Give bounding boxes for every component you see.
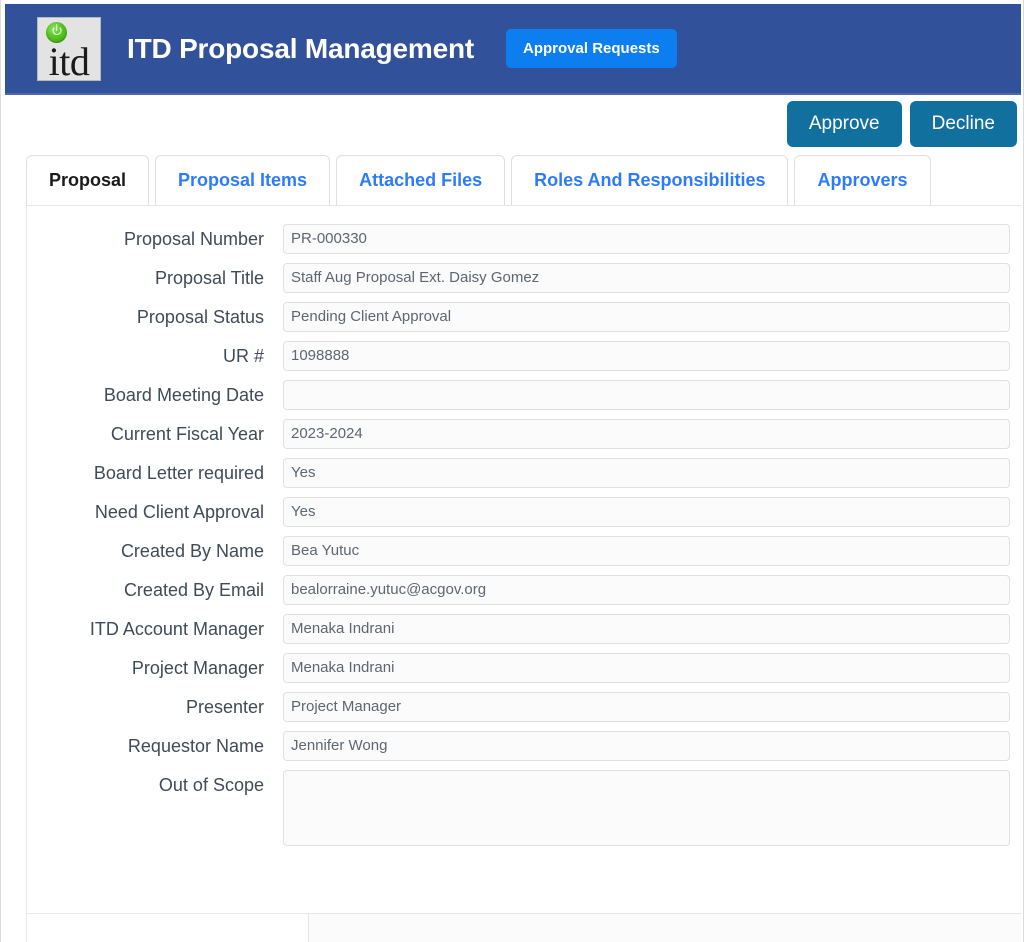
- form-row-board-letter-required: Board Letter required Yes: [27, 458, 1021, 488]
- proposal-form: Proposal Number PR-000330 Proposal Title St…: [27, 206, 1021, 846]
- form-bottom-label-cell: [27, 914, 309, 942]
- field-requestor-name[interactable]: Jennifer Wong: [283, 731, 1010, 761]
- form-row-requestor-name: Requestor Name Jennifer Wong: [27, 731, 1021, 761]
- form-row-created-by-email: Created By Email bealorraine.yutuc@acgov.…: [27, 575, 1021, 605]
- form-row-proposal-title: Proposal Title Staff Aug Proposal Ext. Da…: [27, 263, 1021, 293]
- field-itd-account-manager[interactable]: Menaka Indrani: [283, 614, 1010, 644]
- logo-wordmark: itd: [48, 38, 90, 81]
- label-ur: UR #: [222, 346, 264, 366]
- form-bottom-field-cell: [309, 914, 1021, 942]
- approval-requests-button[interactable]: Approval Requests: [506, 29, 677, 68]
- field-board-meeting-date[interactable]: [283, 380, 1010, 410]
- form-row-need-client-approval: Need Client Approval Yes: [27, 497, 1021, 527]
- label-board-meeting-date: Board Meeting Date: [103, 385, 264, 405]
- form-row-current-fiscal-year: Current Fiscal Year 2023-2024: [27, 419, 1021, 449]
- label-created-by-name: Created By Name: [120, 541, 264, 561]
- label-project-manager: Project Manager: [131, 658, 264, 678]
- field-need-client-approval[interactable]: Yes: [283, 497, 1010, 527]
- label-created-by-email: Created By Email: [123, 580, 264, 600]
- tab-approvers[interactable]: Approvers: [794, 155, 931, 205]
- form-row-ur: UR # 1098888: [27, 341, 1021, 371]
- label-proposal-status: Proposal Status: [136, 307, 264, 327]
- field-current-fiscal-year[interactable]: 2023-2024: [283, 419, 1010, 449]
- form-row-out-of-scope: Out of Scope: [27, 770, 1021, 846]
- field-created-by-name[interactable]: Bea Yutuc: [283, 536, 1010, 566]
- app-header: itd ITD Proposal Management Approval Req…: [5, 4, 1021, 95]
- itd-logo: itd: [37, 16, 101, 81]
- tab-bar: Proposal Proposal Items Attached Files R…: [26, 155, 931, 205]
- action-bar: Approve Decline: [786, 101, 1017, 147]
- label-proposal-title: Proposal Title: [154, 268, 264, 288]
- field-proposal-title[interactable]: Staff Aug Proposal Ext. Daisy Gomez: [283, 263, 1010, 293]
- label-out-of-scope: Out of Scope: [158, 775, 264, 795]
- label-current-fiscal-year: Current Fiscal Year: [110, 424, 264, 444]
- app-window: itd ITD Proposal Management Approval Req…: [0, 0, 1024, 942]
- form-row-project-manager: Project Manager Menaka Indrani: [27, 653, 1021, 683]
- form-row-board-meeting-date: Board Meeting Date: [27, 380, 1021, 410]
- tab-proposal-items[interactable]: Proposal Items: [155, 155, 331, 205]
- form-row-proposal-status: Proposal Status Pending Client Approval: [27, 302, 1021, 332]
- tab-proposal[interactable]: Proposal: [26, 155, 150, 205]
- form-row-created-by-name: Created By Name Bea Yutuc: [27, 536, 1021, 566]
- approve-button[interactable]: Approve: [786, 101, 902, 147]
- field-ur[interactable]: 1098888: [283, 341, 1010, 371]
- tab-attached-files[interactable]: Attached Files: [336, 155, 506, 205]
- form-row-proposal-number: Proposal Number PR-000330: [27, 224, 1021, 254]
- field-created-by-email[interactable]: bealorraine.yutuc@acgov.org: [283, 575, 1010, 605]
- label-itd-account-manager: ITD Account Manager: [89, 619, 264, 639]
- label-presenter: Presenter: [185, 697, 264, 717]
- label-board-letter-required: Board Letter required: [93, 463, 264, 483]
- label-requestor-name: Requestor Name: [127, 736, 264, 756]
- decline-button[interactable]: Decline: [909, 101, 1017, 147]
- form-bottom-partial-row: [27, 913, 1021, 942]
- form-row-itd-account-manager: ITD Account Manager Menaka Indrani: [27, 614, 1021, 644]
- field-out-of-scope[interactable]: [283, 770, 1010, 846]
- field-presenter[interactable]: Project Manager: [283, 692, 1010, 722]
- tab-roles-and-responsibilities[interactable]: Roles And Responsibilities: [511, 155, 789, 205]
- field-board-letter-required[interactable]: Yes: [283, 458, 1010, 488]
- proposal-form-panel: Proposal Number PR-000330 Proposal Title St…: [26, 205, 1021, 942]
- field-proposal-number[interactable]: PR-000330: [283, 224, 1010, 254]
- label-proposal-number: Proposal Number: [123, 229, 264, 249]
- page-title: ITD Proposal Management: [127, 32, 475, 64]
- field-proposal-status[interactable]: Pending Client Approval: [283, 302, 1010, 332]
- field-project-manager[interactable]: Menaka Indrani: [283, 653, 1010, 683]
- label-need-client-approval: Need Client Approval: [94, 502, 264, 522]
- form-row-presenter: Presenter Project Manager: [27, 692, 1021, 722]
